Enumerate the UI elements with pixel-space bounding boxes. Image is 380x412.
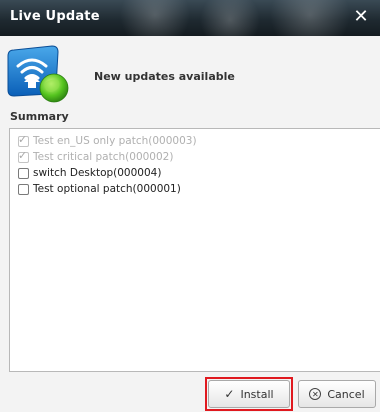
patch-checkbox[interactable]	[18, 183, 29, 195]
patch-label: Test optional patch(000001)	[33, 183, 181, 195]
close-icon[interactable]: ✕	[350, 6, 372, 28]
check-icon: ✓	[18, 132, 28, 146]
list-item: ✓ Test critical patch(000002)	[18, 149, 380, 165]
title-bar[interactable]: Live Update ✕	[0, 0, 380, 36]
checkmark-icon: ✓	[224, 387, 235, 401]
list-item[interactable]: switch Desktop(000004)	[18, 165, 380, 181]
patch-label: Test en_US only patch(000003)	[33, 135, 197, 147]
headline-text: New updates available	[94, 70, 235, 83]
patch-checkbox: ✓	[18, 132, 29, 147]
install-label: Install	[240, 387, 274, 401]
window-title: Live Update	[10, 9, 100, 24]
wifi-update-globe-icon	[7, 45, 69, 103]
live-update-window: Live Update ✕ New updates available Summ…	[0, 0, 380, 412]
patch-checkbox[interactable]	[18, 167, 29, 179]
check-icon: ✓	[18, 148, 28, 162]
patch-label: switch Desktop(000004)	[33, 167, 162, 179]
patch-label: Test critical patch(000002)	[33, 151, 174, 163]
summary-label: Summary	[10, 110, 69, 123]
cancel-label: Cancel	[327, 387, 365, 401]
patch-checkbox: ✓	[18, 148, 29, 163]
list-item: ✓ Test en_US only patch(000003)	[18, 133, 380, 149]
update-list: ✓ Test en_US only patch(000003) ✓ Test c…	[9, 128, 380, 372]
install-button[interactable]: ✓ Install	[208, 380, 290, 408]
cancel-icon: ✕	[309, 388, 322, 400]
cancel-button[interactable]: ✕ Cancel	[298, 380, 376, 408]
list-item[interactable]: Test optional patch(000001)	[18, 181, 380, 197]
